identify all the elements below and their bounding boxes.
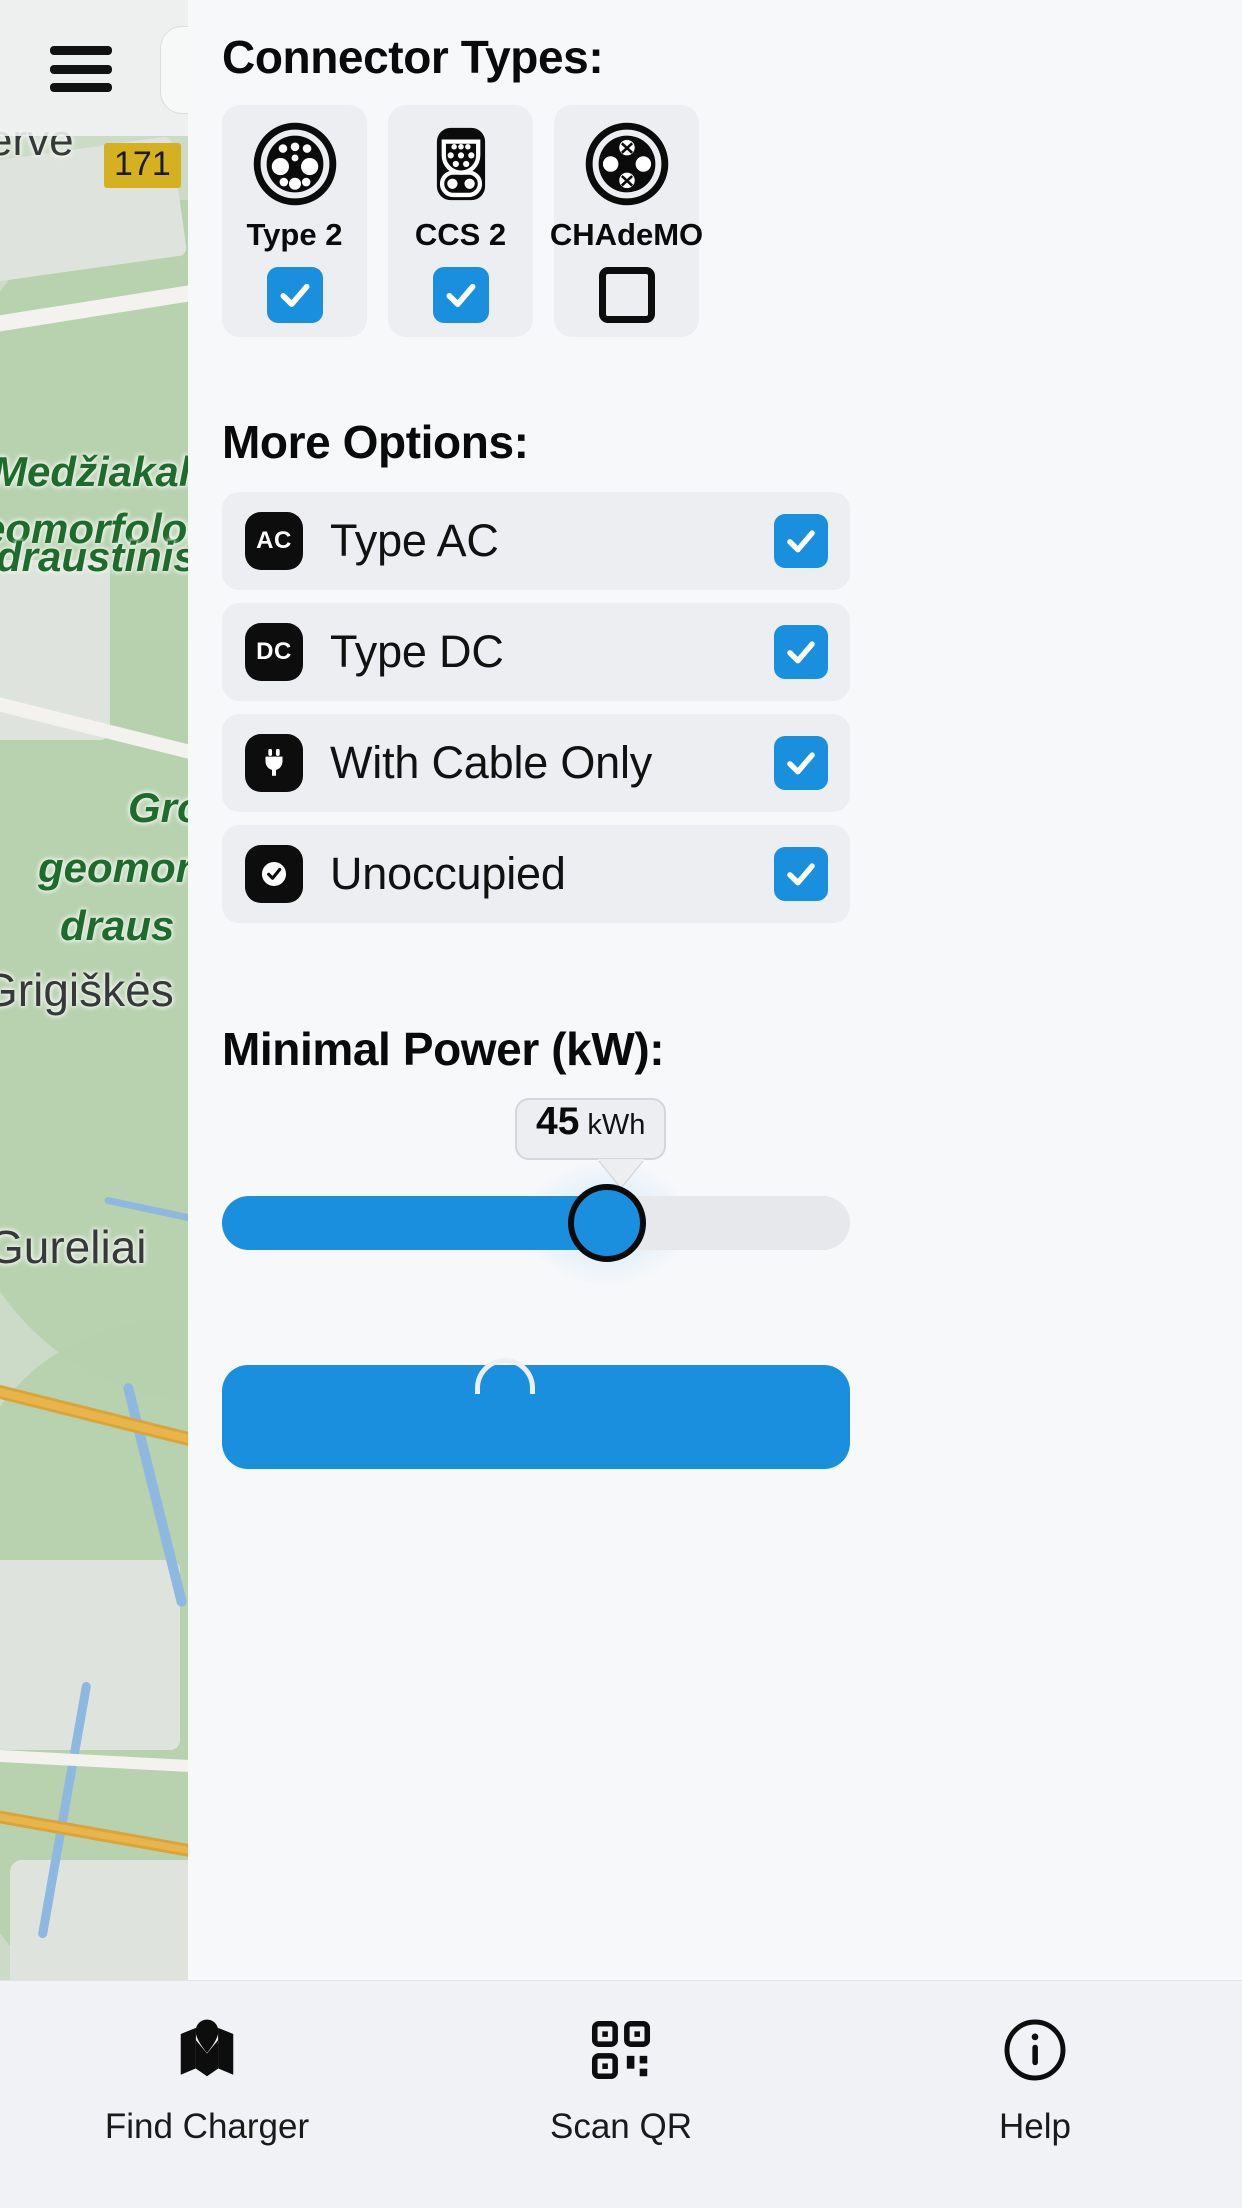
check-icon — [787, 752, 815, 775]
more-options-list: AC Type AC DC Type DC With Cable Only Un… — [222, 492, 850, 923]
check-circle-icon-badge — [245, 845, 303, 903]
connector-card-ccs2[interactable]: CCS 2 — [388, 105, 533, 337]
option-checkbox-type-ac[interactable] — [774, 514, 828, 568]
option-checkbox-type-dc[interactable] — [774, 625, 828, 679]
minimal-power-heading: Minimal Power (kW): — [222, 1023, 665, 1075]
check-icon — [280, 283, 309, 307]
dc-badge-icon: DC — [245, 623, 303, 681]
check-circle-icon — [261, 861, 287, 887]
option-checkbox-with-cable-only[interactable] — [774, 736, 828, 790]
nav-label: Help — [999, 2107, 1071, 2146]
slider-thumb[interactable] — [568, 1184, 646, 1262]
map-icon — [180, 2019, 234, 2077]
info-circle-icon — [1004, 2019, 1066, 2081]
map-route-shield: 171 — [104, 143, 181, 189]
ccs2-connector-icon — [436, 127, 485, 201]
connector-checkbox-ccs2[interactable] — [432, 267, 489, 323]
check-icon — [446, 283, 475, 307]
filter-panel: Connector Types: Type 2 CCS 2 CHAdeMO Mo… — [188, 0, 1242, 1980]
slider-unit: kWh — [587, 1109, 646, 1141]
option-row-type-dc[interactable]: DC Type DC — [222, 603, 850, 701]
option-label: Unoccupied — [330, 848, 566, 899]
option-row-with-cable-only[interactable]: With Cable Only — [222, 714, 850, 812]
connector-label: CHAdeMO — [549, 217, 704, 252]
map-label: Grigiškės — [0, 964, 174, 1016]
check-icon — [787, 863, 815, 886]
type2-connector-icon — [253, 122, 336, 206]
connector-types-row: Type 2 CCS 2 CHAdeMO — [222, 105, 703, 337]
app-screen: 171 erve Medžiakalnio eomorfologinis dra… — [0, 0, 1242, 2208]
nav-item-scan-qr[interactable]: Scan QR — [414, 1981, 828, 2208]
slider-track[interactable] — [222, 1196, 850, 1250]
nav-item-help[interactable]: Help — [828, 1981, 1242, 2208]
badge-text: AC — [256, 527, 292, 554]
connector-checkbox-chademo[interactable] — [598, 267, 655, 323]
option-label: With Cable Only — [330, 737, 653, 788]
nav-label: Find Charger — [104, 2107, 310, 2146]
option-row-unoccupied[interactable]: Unoccupied — [222, 825, 850, 923]
qr-code-icon — [591, 2020, 651, 2080]
map-label: geomorf — [38, 844, 206, 891]
slider-value-tooltip: 45 kWh — [515, 1098, 667, 1160]
option-label: Type DC — [330, 626, 504, 677]
chademo-connector-icon — [585, 122, 668, 206]
check-icon — [787, 641, 815, 664]
hamburger-menu-icon[interactable] — [50, 46, 112, 92]
plug-icon-badge — [245, 734, 303, 792]
plug-icon — [265, 748, 283, 776]
tooltip-pointer — [598, 1159, 644, 1187]
ac-badge-icon: AC — [245, 512, 303, 570]
apply-button-notch — [475, 1358, 535, 1394]
slider-fill — [222, 1196, 606, 1250]
check-icon — [787, 530, 815, 553]
slider-value: 45 — [536, 1100, 580, 1143]
option-checkbox-unoccupied[interactable] — [774, 847, 828, 901]
connector-checkbox-type2[interactable] — [266, 267, 323, 323]
bottom-navigation-bar: Find Charger Scan QR Help — [0, 1980, 1242, 2208]
option-label: Type AC — [330, 515, 499, 566]
map-label: draus — [60, 902, 175, 949]
connector-card-type2[interactable]: Type 2 — [222, 105, 367, 337]
apply-filters-button[interactable] — [222, 1365, 850, 1469]
option-row-type-ac[interactable]: AC Type AC — [222, 492, 850, 590]
badge-text: DC — [256, 638, 292, 665]
nav-item-find-charger[interactable]: Find Charger — [0, 1981, 414, 2208]
nav-label: Scan QR — [550, 2107, 692, 2146]
connector-types-heading: Connector Types: — [222, 31, 604, 83]
map-label: Gureliai — [0, 1221, 147, 1273]
more-options-heading: More Options: — [222, 416, 529, 468]
map-label: draustinis — [0, 533, 197, 580]
connector-label: Type 2 — [246, 217, 343, 252]
connector-card-chademo[interactable]: CHAdeMO — [550, 105, 703, 337]
connector-label: CCS 2 — [414, 217, 507, 252]
